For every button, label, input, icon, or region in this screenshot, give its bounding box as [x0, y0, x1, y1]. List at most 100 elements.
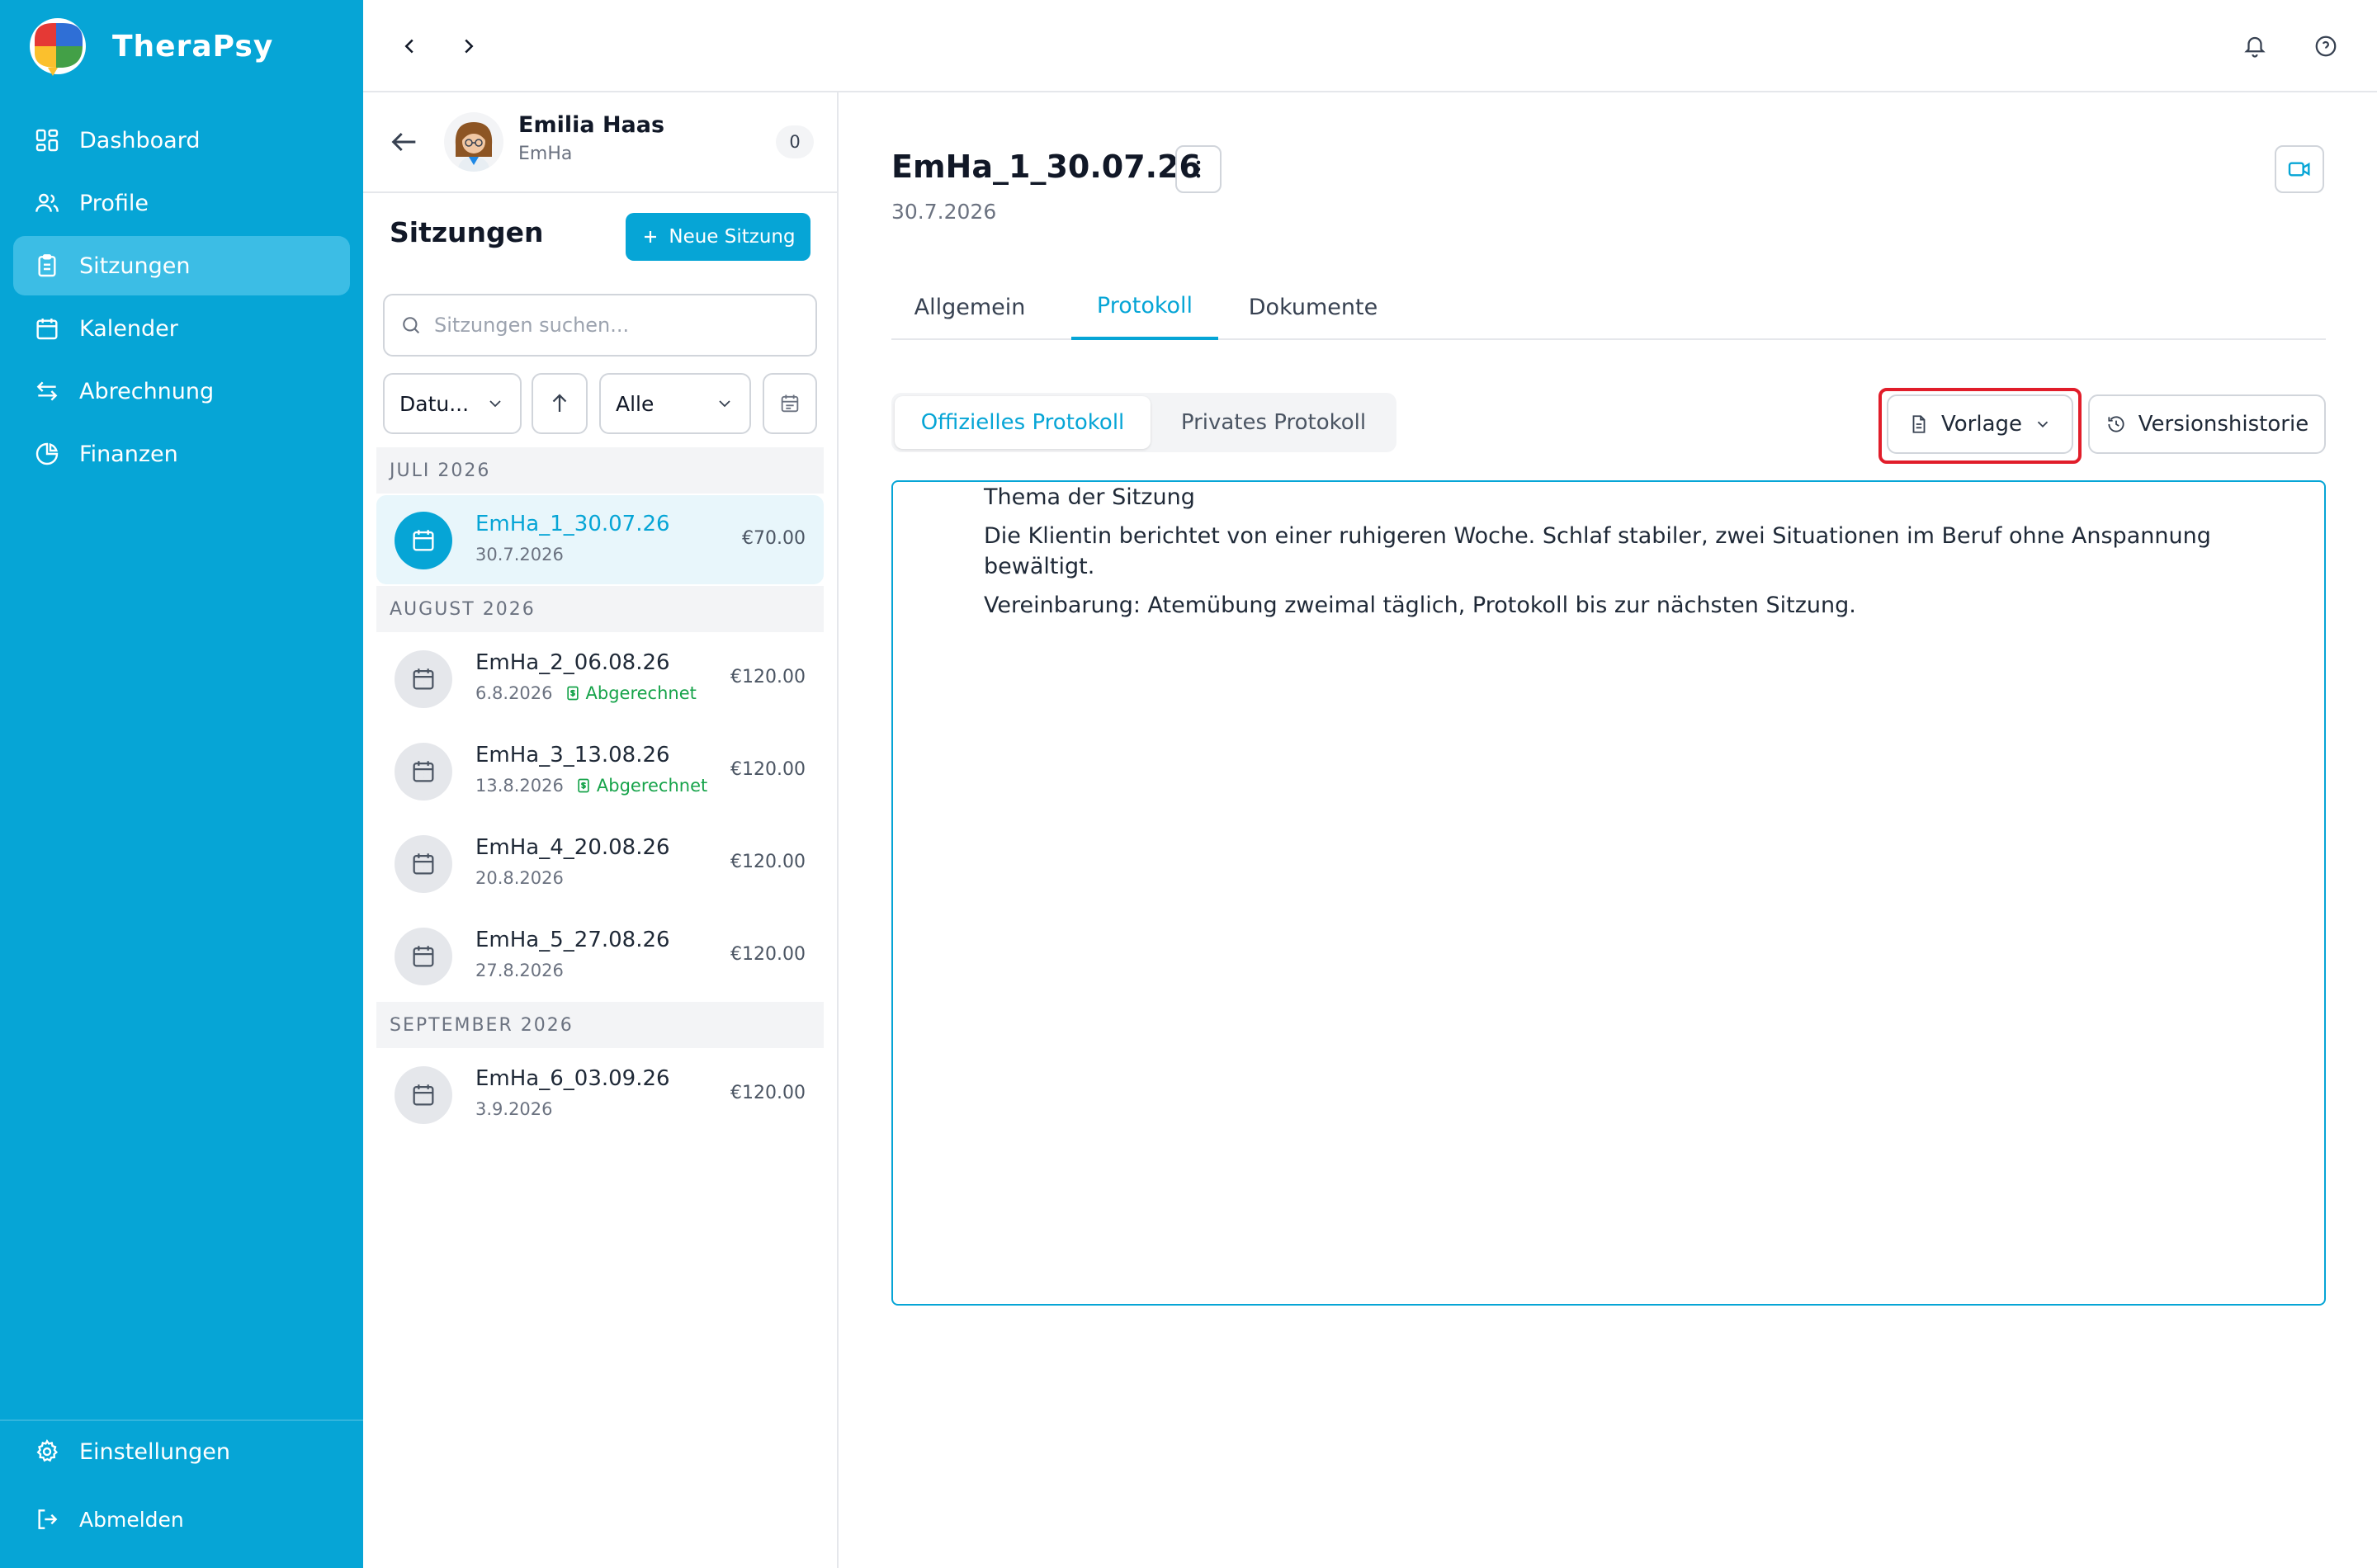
status-badge: Abgerechnet	[575, 776, 707, 796]
session-date-row: 27.8.2026	[475, 961, 564, 980]
session-date: 20.8.2026	[475, 868, 564, 888]
chevron-left-icon	[404, 39, 413, 54]
session-date-row: 13.8.2026 Abgerechnet	[475, 776, 707, 796]
session-name: EmHa_5_27.08.26	[475, 928, 670, 952]
month-header: JULI 2026	[376, 447, 824, 494]
session-date: 30.7.2026	[891, 200, 997, 224]
history-icon	[2108, 416, 2124, 432]
logout-button[interactable]: Abmelden	[33, 1505, 184, 1533]
sidebar: TheraPsy Dashboard Profile Sitzungen Kal…	[0, 0, 363, 1568]
billed-icon	[578, 778, 589, 793]
main-nav: Dashboard Profile Sitzungen Kalender Abr…	[13, 111, 350, 487]
session-name: EmHa_6_03.09.26	[475, 1066, 670, 1091]
official-protocol-tab[interactable]: Offizielles Protokoll	[895, 396, 1151, 449]
users-icon	[33, 189, 61, 217]
month-header: SEPTEMBER 2026	[376, 1002, 824, 1048]
history-forward-button[interactable]	[451, 28, 487, 64]
session-price: €120.00	[730, 667, 806, 687]
tab-allgemein[interactable]: Allgemein	[891, 274, 1048, 340]
template-dropdown-button[interactable]: Vorlage	[1887, 394, 2073, 454]
session-detail: EmHa_1_30.07.26 30.7.2026 Allgemein Prot…	[839, 92, 2377, 1568]
session-name: EmHa_2_06.08.26	[475, 650, 670, 675]
session-item[interactable]: EmHa_6_03.09.26 3.9.2026 €120.00	[376, 1050, 824, 1139]
help-button[interactable]	[2308, 28, 2344, 64]
client-header: Emilia Haas EmHa 0	[363, 92, 837, 193]
nav-item-sitzungen[interactable]: Sitzungen	[13, 236, 350, 295]
session-item[interactable]: EmHa_5_27.08.26 27.8.2026 €120.00	[376, 911, 824, 1000]
nav-item-einstellungen[interactable]: Einstellungen	[33, 1438, 230, 1466]
notifications-button[interactable]	[2237, 28, 2273, 64]
gear-icon	[33, 1438, 61, 1466]
brand-name: TheraPsy	[112, 29, 274, 64]
nav-item-profile[interactable]: Profile	[13, 173, 350, 233]
session-calendar-icon	[395, 650, 452, 708]
nav-label-abrechnung: Abrechnung	[79, 378, 215, 404]
protocol-editor[interactable]: Thema der Sitzung Die Klientin berichtet…	[891, 480, 2326, 1306]
session-date-row: 30.7.2026	[475, 545, 564, 564]
search-input[interactable]	[434, 314, 797, 337]
chevron-down-icon	[489, 400, 501, 408]
nav-label-einstellungen: Einstellungen	[79, 1438, 231, 1465]
brand[interactable]: TheraPsy	[25, 15, 273, 78]
document-icon	[1912, 415, 1926, 433]
avatar	[444, 112, 503, 172]
session-date: 3.9.2026	[475, 1099, 553, 1119]
help-circle-icon	[2315, 35, 2337, 57]
version-history-button[interactable]: Versionshistorie	[2088, 394, 2326, 454]
session-date: 30.7.2026	[475, 545, 564, 564]
client-name: Emilia Haas	[518, 112, 665, 138]
history-back-button[interactable]	[391, 28, 428, 64]
billed-icon	[566, 686, 579, 701]
session-price: €120.00	[730, 944, 806, 965]
session-date: 13.8.2026	[475, 776, 564, 796]
video-call-button[interactable]	[2275, 145, 2324, 193]
nav-item-abrechnung[interactable]: Abrechnung	[13, 361, 350, 421]
arrow-left-icon	[391, 132, 416, 152]
chevron-down-icon	[719, 400, 730, 408]
date-filter-button[interactable]	[763, 373, 817, 434]
bell-icon	[2244, 36, 2266, 58]
session-date-row: 20.8.2026	[475, 868, 564, 888]
nav-label-dashboard: Dashboard	[79, 127, 201, 153]
more-options-button[interactable]	[1175, 145, 1222, 193]
sidebar-divider	[0, 1419, 363, 1421]
client-code: EmHa	[518, 144, 573, 164]
month-header: AUGUST 2026	[376, 586, 824, 632]
sort-direction-button[interactable]	[532, 373, 588, 434]
status-filter-select[interactable]: Alle	[599, 373, 751, 434]
count-badge: 0	[776, 125, 814, 158]
session-item[interactable]: EmHa_4_20.08.26 20.8.2026 €120.00	[376, 819, 824, 908]
nav-item-kalender[interactable]: Kalender	[13, 299, 350, 358]
session-date: 6.8.2026	[475, 683, 553, 703]
logout-icon	[33, 1505, 61, 1533]
sort-field-select[interactable]: Datu...	[383, 373, 522, 434]
private-protocol-tab[interactable]: Privates Protokoll	[1154, 396, 1393, 449]
video-camera-icon	[2288, 162, 2310, 177]
nav-item-dashboard[interactable]: Dashboard	[13, 111, 350, 170]
session-calendar-icon	[395, 928, 452, 985]
logout-label: Abmelden	[79, 1507, 184, 1532]
session-date-row: 3.9.2026	[475, 1099, 553, 1119]
session-date-row: 6.8.2026 Abgerechnet	[475, 683, 697, 703]
nav-item-finanzen[interactable]: Finanzen	[13, 424, 350, 484]
back-button[interactable]	[388, 125, 421, 158]
new-session-button[interactable]: Neue Sitzung	[626, 213, 810, 261]
new-session-label: Neue Sitzung	[669, 226, 796, 248]
session-item[interactable]: EmHa_2_06.08.26 6.8.2026 Abgerechnet €12…	[376, 634, 824, 723]
clipboard-icon	[33, 252, 61, 280]
version-history-label: Versionshistorie	[2138, 412, 2309, 437]
plus-icon	[645, 231, 657, 243]
session-date: 27.8.2026	[475, 961, 564, 980]
status-filter-value: Alle	[616, 391, 655, 416]
session-item[interactable]: EmHa_3_13.08.26 13.8.2026 Abgerechnet €1…	[376, 726, 824, 815]
calendar-icon	[33, 314, 61, 342]
page-title: EmHa_1_30.07.26	[891, 149, 1201, 185]
nav-label-finanzen: Finanzen	[79, 441, 178, 467]
kebab-menu-icon	[1196, 160, 1201, 178]
session-item[interactable]: EmHa_1_30.07.26 30.7.2026 €70.00	[376, 495, 824, 584]
calendar-icon	[781, 394, 799, 413]
sort-field-value: Datu...	[399, 391, 470, 416]
arrows-exchange-icon	[33, 377, 61, 405]
tab-protokoll[interactable]: Protokoll	[1071, 274, 1218, 340]
tab-dokumente[interactable]: Dokumente	[1233, 274, 1393, 340]
